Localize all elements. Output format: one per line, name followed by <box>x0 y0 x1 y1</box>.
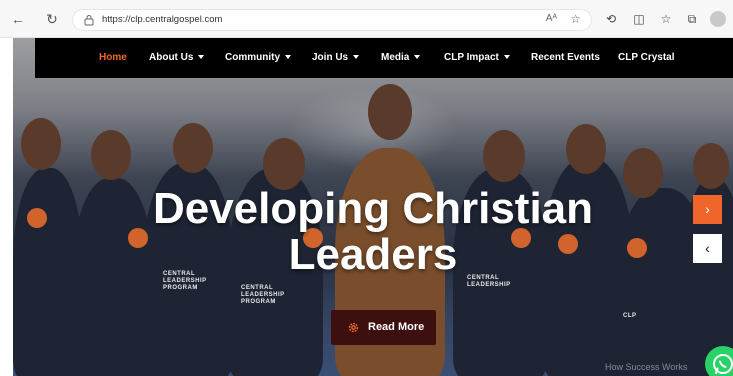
nav-community[interactable]: Community <box>225 52 291 63</box>
person-head <box>263 138 305 190</box>
nav-media-label: Media <box>381 52 410 63</box>
slider-next-button[interactable]: › <box>693 195 722 224</box>
nav-media[interactable]: Media <box>381 52 421 63</box>
person-head <box>368 84 412 140</box>
read-more-label: Read More <box>368 321 425 333</box>
nav-about-us[interactable]: About Us <box>149 52 205 63</box>
whatsapp-chat-button[interactable] <box>705 346 733 376</box>
gear-icon <box>348 322 359 333</box>
nav-clp-impact-label: CLP Impact <box>444 52 499 63</box>
person-head <box>693 143 729 189</box>
shirt-logo <box>27 208 47 228</box>
nav-recent-events-label: Recent Events <box>531 52 600 63</box>
chevron-down-icon <box>285 55 291 60</box>
site-info-icon[interactable] <box>83 14 95 26</box>
nav-clp-impact[interactable]: CLP Impact <box>444 52 510 63</box>
watermark-text: How Success Works <box>605 362 688 372</box>
nav-home-label: Home <box>99 52 127 63</box>
refresh-icon[interactable]: ↻ <box>44 11 60 27</box>
shirt-print: CLP <box>623 313 637 319</box>
extension-icon[interactable]: ⟲ <box>603 11 619 27</box>
back-arrow-icon[interactable]: ← <box>10 11 26 27</box>
nav-join-us[interactable]: Join Us <box>312 52 360 63</box>
chevron-down-icon <box>198 55 205 60</box>
nav-home[interactable]: Home <box>99 52 127 63</box>
url-text[interactable]: https://clp.centralgospel.com <box>102 14 222 25</box>
main-navigation: Home About Us Community Join Us Media CL… <box>35 38 733 78</box>
favorites-icon[interactable]: ☆ <box>658 11 674 27</box>
person-head <box>566 124 606 174</box>
person-head <box>483 130 525 182</box>
nav-community-label: Community <box>225 52 280 63</box>
shirt-print: CENTRAL LEADERSHIP PROGRAM <box>241 285 285 305</box>
split-screen-icon[interactable]: ◫ <box>631 11 647 27</box>
hero-headline-line2: Leaders <box>288 230 458 279</box>
read-aloud-icon[interactable]: Aᴬ <box>546 13 557 24</box>
hero-headline: Developing Christian Leaders <box>113 186 633 278</box>
read-more-button[interactable]: Read More <box>331 310 436 345</box>
hero-headline-line1: Developing Christian <box>152 184 594 233</box>
browser-toolbar: ← ↻ https://clp.centralgospel.com Aᴬ ☆ ⟲… <box>0 0 733 38</box>
whatsapp-icon <box>713 354 733 374</box>
nav-join-us-label: Join Us <box>312 52 349 63</box>
nav-clp-crystal-label: CLP Crystal <box>618 52 675 63</box>
chevron-down-icon <box>414 55 421 60</box>
nav-about-us-label: About Us <box>149 52 194 63</box>
nav-recent-events[interactable]: Recent Events <box>531 52 600 63</box>
address-bar[interactable]: https://clp.centralgospel.com Aᴬ ☆ <box>72 9 592 31</box>
web-page: CENTRAL LEADERSHIP PROGRAM CENTRAL LEADE… <box>13 38 733 376</box>
slider-prev-button[interactable]: ‹ <box>693 234 722 263</box>
person-head <box>91 130 131 180</box>
nav-clp-crystal[interactable]: CLP Crystal <box>618 52 675 63</box>
profile-avatar[interactable] <box>710 11 726 27</box>
chevron-down-icon <box>503 55 510 60</box>
collections-icon[interactable]: ⧉ <box>684 11 700 27</box>
person-head <box>21 118 61 170</box>
favorite-star-icon[interactable]: ☆ <box>570 12 581 26</box>
chevron-down-icon <box>353 55 360 60</box>
person-head <box>173 123 213 173</box>
